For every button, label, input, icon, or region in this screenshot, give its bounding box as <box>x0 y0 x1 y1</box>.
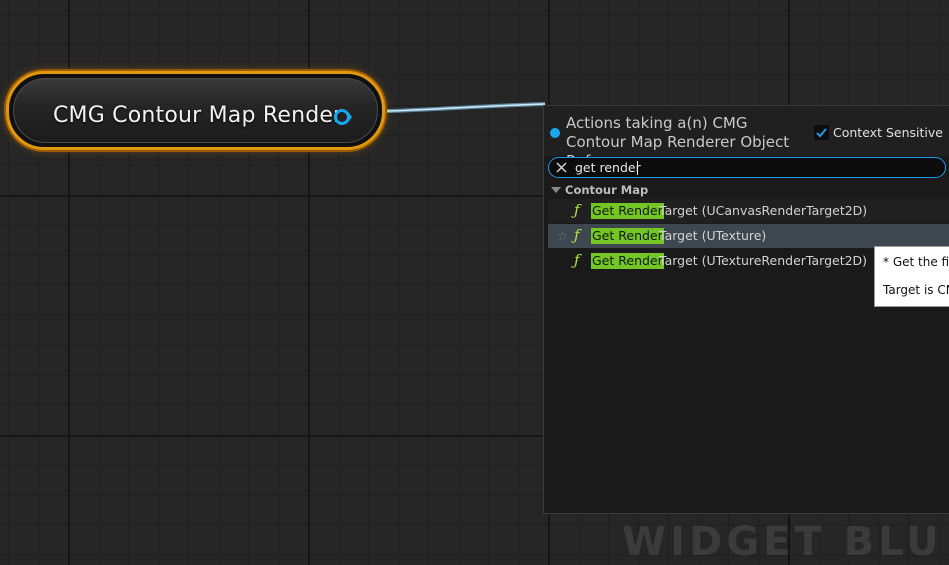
item-label: Target (UTexture) <box>659 228 766 244</box>
collapse-arrow-icon[interactable] <box>551 187 561 193</box>
list-item[interactable]: ƒ Get Render Target (UCanvasRenderTarget… <box>548 199 949 223</box>
category-contour-map[interactable]: Contour Map <box>548 181 949 198</box>
context-sensitive-label: Context Sensitive <box>833 125 943 140</box>
search-highlight: Get Render <box>591 203 664 219</box>
search-input[interactable] <box>575 158 935 177</box>
favorite-star-icon[interactable]: ☆ <box>557 229 568 243</box>
close-icon[interactable] <box>556 162 567 173</box>
context-sensitive-toggle[interactable]: Context Sensitive <box>814 125 949 140</box>
function-icon: ƒ <box>574 201 580 219</box>
search-highlight: Get Render <box>591 253 664 269</box>
search-highlight: Get Render <box>591 228 664 244</box>
function-icon: ƒ <box>574 226 580 244</box>
function-icon: ƒ <box>574 251 580 269</box>
item-label: Target (UCanvasRenderTarget2D) <box>659 203 867 219</box>
text-caret <box>637 161 638 175</box>
tooltip-line-1: * Get the fina <box>883 255 949 269</box>
checkmark-icon <box>815 126 828 139</box>
search-box[interactable] <box>548 157 946 178</box>
category-label: Contour Map <box>565 183 648 197</box>
graph-node[interactable]: CMG Contour Map Render <box>6 71 385 150</box>
node-title: CMG Contour Map Render <box>53 103 342 128</box>
node-body: CMG Contour Map Render <box>13 78 378 143</box>
tooltip: * Get the fina Target is CM <box>874 246 949 307</box>
reference-dot-icon <box>550 128 560 138</box>
widget-blueprint-watermark: WIDGET BLU <box>622 519 943 565</box>
list-item-selected[interactable]: ☆ ƒ Get Render Target (UTexture) <box>548 224 949 248</box>
menu-header: Actions taking a(n) CMG Contour Map Rend… <box>544 106 949 156</box>
action-menu: Actions taking a(n) CMG Contour Map Rend… <box>543 105 949 514</box>
context-sensitive-checkbox[interactable] <box>814 125 829 140</box>
output-pin-icon[interactable] <box>334 108 352 126</box>
item-label: Target (UTextureRenderTarget2D) <box>659 253 867 269</box>
tooltip-line-2: Target is CM <box>883 283 949 297</box>
